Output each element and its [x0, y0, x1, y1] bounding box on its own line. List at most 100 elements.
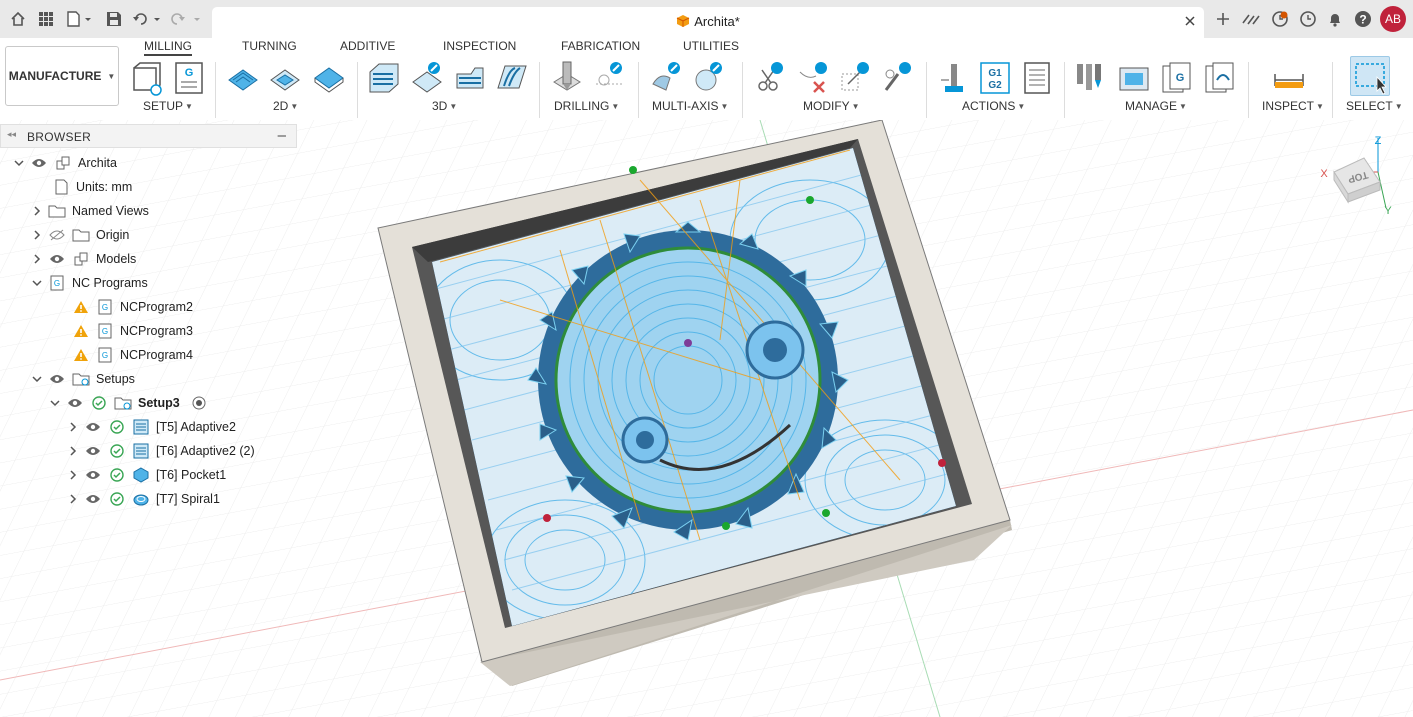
group-multi-axis[interactable]: MULTI-AXIS ▼ [652, 99, 728, 113]
delete-toolpath-icon[interactable] [796, 60, 830, 96]
group-setup[interactable]: SETUP ▼ [143, 99, 193, 113]
tree-item-named-views[interactable]: Named Views [30, 200, 149, 222]
group-drilling[interactable]: DRILLING ▼ [554, 99, 619, 113]
help-icon[interactable]: ? [1353, 9, 1373, 29]
eye-icon[interactable] [48, 250, 66, 268]
chevron-right-icon[interactable] [66, 492, 80, 506]
tree-item-origin[interactable]: Origin [30, 224, 129, 246]
3d-pocket-icon[interactable] [410, 60, 444, 96]
tree-item-setup3[interactable]: Setup3 [48, 392, 214, 414]
multi-axis-swarf-icon[interactable] [650, 60, 684, 96]
file-menu-icon[interactable] [66, 9, 94, 29]
group-actions[interactable]: ACTIONS ▼ [962, 99, 1025, 113]
view-cube-top-face[interactable]: TOP [1333, 157, 1381, 204]
chevron-right-icon[interactable] [30, 228, 44, 242]
trim-toolpath-icon[interactable] [752, 60, 786, 96]
post-library-icon[interactable]: G [1160, 60, 1194, 96]
measure-icon[interactable] [1272, 60, 1306, 96]
tree-item-operation[interactable]: [T6] Adaptive2 (2) [66, 440, 255, 462]
steep-and-shallow-icon[interactable] [453, 60, 487, 96]
chevron-down-icon[interactable] [12, 156, 26, 170]
2d-pocket-icon[interactable] [268, 60, 302, 96]
multi-axis-contour-icon[interactable] [692, 60, 726, 96]
tree-item-nc-programs[interactable]: G NC Programs [30, 272, 148, 294]
active-setup-radio-icon[interactable] [190, 394, 208, 412]
chevron-right-icon[interactable] [66, 420, 80, 434]
extensions-icon[interactable] [1240, 9, 1262, 29]
post-process-icon[interactable]: G1G2 [978, 60, 1012, 96]
eye-icon[interactable] [48, 370, 66, 388]
tree-item-models[interactable]: Models [30, 248, 136, 270]
tab-utilities[interactable]: UTILITIES [683, 39, 739, 56]
tab-inspection[interactable]: INSPECTION [443, 39, 516, 56]
chevron-right-icon[interactable] [66, 468, 80, 482]
chevron-down-icon[interactable] [30, 276, 44, 290]
svg-text:G: G [102, 351, 108, 360]
eye-icon[interactable] [84, 490, 102, 508]
notifications-bell-icon[interactable] [1325, 9, 1345, 29]
chevron-right-icon[interactable] [30, 204, 44, 218]
template-library-icon[interactable] [1203, 60, 1237, 96]
apps-grid-icon[interactable] [36, 9, 56, 29]
window-select-button[interactable] [1350, 56, 1390, 96]
tab-milling[interactable]: MILLING [144, 39, 193, 56]
drill-pattern-icon[interactable] [592, 60, 626, 96]
group-manage[interactable]: MANAGE ▼ [1125, 99, 1187, 113]
nc-program-icon[interactable]: G [172, 60, 206, 96]
2d-adaptive-icon[interactable] [226, 60, 260, 96]
tree-item-operation[interactable]: [T7] Spiral1 [66, 488, 220, 510]
workspace-switcher[interactable]: MANUFACTURE ▼ [5, 46, 119, 106]
machine-library-icon[interactable] [1117, 60, 1151, 96]
new-tab-icon[interactable] [1213, 9, 1233, 29]
user-avatar[interactable]: AB [1380, 6, 1406, 32]
eye-icon[interactable] [84, 442, 102, 460]
setup-sheet-icon[interactable] [1020, 60, 1054, 96]
eye-icon[interactable] [66, 394, 84, 412]
redo-icon[interactable] [170, 9, 202, 29]
view-cube[interactable]: TOP Z X Y [1318, 130, 1408, 220]
close-tab-icon[interactable] [1180, 11, 1200, 31]
tree-item-setups[interactable]: Setups [30, 368, 135, 390]
eye-icon[interactable] [84, 418, 102, 436]
home-icon[interactable] [8, 9, 28, 29]
chevron-right-icon[interactable] [30, 252, 44, 266]
chevron-right-icon[interactable] [66, 444, 80, 458]
chevron-down-icon[interactable] [48, 396, 62, 410]
eye-icon[interactable] [30, 154, 48, 172]
face-icon[interactable] [312, 60, 346, 96]
tree-item-operation[interactable]: [T6] Pocket1 [66, 464, 226, 486]
tree-item-ncprogram3[interactable]: G NCProgram3 [72, 320, 193, 342]
job-status-icon[interactable] [1269, 9, 1291, 29]
group-2d[interactable]: 2D ▼ [273, 99, 298, 113]
tool-library-icon[interactable] [1074, 60, 1108, 96]
tree-item-ncprogram2[interactable]: G NCProgram2 [72, 296, 193, 318]
group-inspect[interactable]: INSPECT ▼ [1262, 99, 1324, 113]
group-modify[interactable]: MODIFY ▼ [803, 99, 860, 113]
scallop-icon[interactable] [495, 60, 529, 96]
history-icon[interactable] [1297, 9, 1319, 29]
eye-icon[interactable] [84, 466, 102, 484]
tab-fabrication[interactable]: FABRICATION [561, 39, 640, 56]
tree-item-root[interactable]: Archita [12, 152, 117, 174]
tree-item-ncprogram4[interactable]: G NCProgram4 [72, 344, 193, 366]
document-tab[interactable]: Archita* [212, 7, 1204, 38]
tree-item-units[interactable]: Units: mm [52, 176, 132, 198]
tool-edit-icon[interactable] [880, 60, 914, 96]
minimize-browser-icon[interactable]: – [278, 127, 286, 144]
3d-adaptive-icon[interactable] [367, 60, 401, 96]
new-setup-icon[interactable] [130, 60, 164, 96]
group-3d[interactable]: 3D ▼ [432, 99, 457, 113]
tab-turning[interactable]: TURNING [242, 39, 297, 56]
undo-icon[interactable] [132, 9, 164, 29]
tree-item-operation[interactable]: [T5] Adaptive2 [66, 416, 236, 438]
drill-icon[interactable] [550, 60, 584, 96]
tree-label-models: Models [96, 252, 137, 266]
save-icon[interactable] [104, 9, 124, 29]
collapse-panel-icon[interactable]: ◂◂ [7, 129, 16, 140]
eye-hidden-icon[interactable] [48, 226, 66, 244]
chevron-down-icon[interactable] [30, 372, 44, 386]
transform-toolpath-icon[interactable] [838, 60, 872, 96]
simulate-icon[interactable] [937, 60, 971, 96]
group-select[interactable]: SELECT ▼ [1346, 99, 1403, 113]
tab-additive[interactable]: ADDITIVE [340, 39, 395, 56]
